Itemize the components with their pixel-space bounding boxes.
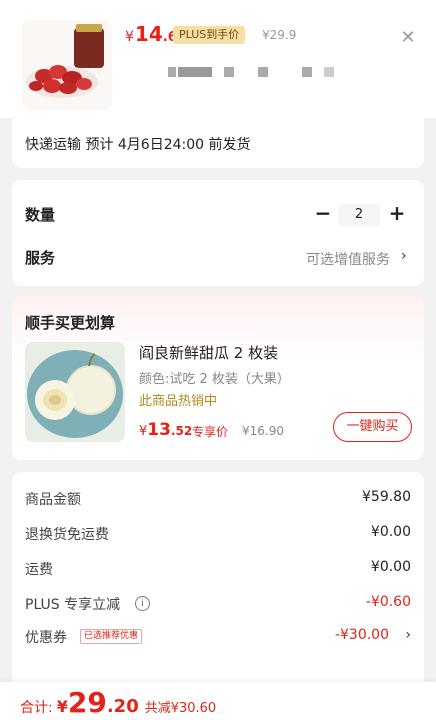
recommended-price: ¥ 13 .52 [139, 420, 193, 440]
chevron-right-icon[interactable]: › [405, 627, 411, 643]
original-price: ¥29.9 [262, 28, 297, 42]
blurred-spec-text [302, 67, 312, 77]
plus-price-badge: PLUS到手价 [173, 26, 246, 44]
checkout-bar: 合计: ¥ 29 .20 共减¥30.60 [0, 682, 436, 720]
summary-row-shipping-fee: 运费 ¥0.00 [25, 559, 411, 578]
recommended-product-name[interactable]: 阎良新鲜甜瓜 2 枚装 [139, 342, 278, 363]
summary-row-plus-discount: PLUS 专享立减 i -¥0.60 [25, 594, 411, 613]
shipping-card: 快递运输 预计 4月6日24:00 前发货 [12, 118, 424, 168]
melon-image [25, 342, 125, 442]
product-thumbnail [22, 20, 112, 110]
service-label: 服务 [25, 249, 56, 267]
info-icon[interactable]: i [135, 596, 150, 611]
quantity-service-card: 数量 − 2 + 服务 可选增值服务 › [12, 180, 424, 286]
recommended-original-price: ¥16.90 [242, 424, 284, 438]
recommended-product-spec: 颜色:试吃 2 枚装（大果） [139, 372, 290, 387]
sku-selection-sheet: ¥ 14 .6 PLUS到手价 ¥29.9 ✕ 快递运输 预计 4月6日24:0… [0, 0, 436, 720]
service-option-link[interactable]: 可选增值服务 [306, 249, 390, 269]
summary-row-return-shipping: 退换货免运费 ¥0.00 [25, 524, 411, 543]
price-summary-card: 商品金额 ¥59.80 退换货免运费 ¥0.00 运费 ¥0.00 PLUS 专… [12, 472, 424, 682]
total-saving: 共减¥30.60 [144, 701, 217, 716]
blurred-spec-text [324, 67, 334, 77]
total-label: 合计: [20, 700, 53, 716]
melon-product-image[interactable] [25, 342, 125, 442]
blurred-spec-text [168, 67, 176, 77]
blurred-spec-text [258, 67, 268, 77]
quantity-stepper-value[interactable]: 2 [338, 204, 380, 226]
summary-row-coupon[interactable]: 优惠券 已选推荐优惠 -¥30.00 › [25, 627, 411, 647]
quantity-minus-button[interactable]: − [312, 202, 334, 224]
quantity-plus-button[interactable]: + [386, 202, 408, 224]
quantity-label: 数量 [25, 206, 56, 224]
chevron-right-icon[interactable]: › [401, 248, 407, 264]
exclusive-price-tag: 专享价 [192, 425, 229, 439]
product-header: ¥ 14 .6 PLUS到手价 ¥29.9 ✕ [0, 0, 436, 118]
one-click-buy-button[interactable]: 一键购买 [333, 412, 412, 442]
recommendation-card: 顺手买更划算 阎良新鲜甜瓜 2 枚装 颜色:试吃 2 枚装（大果） 此商品热销中… [12, 296, 424, 460]
blurred-spec-text [224, 67, 234, 77]
recommendation-title: 顺手买更划算 [25, 314, 116, 332]
product-price: ¥ 14 .6 [125, 22, 177, 46]
close-icon[interactable]: ✕ [398, 28, 418, 48]
summary-row-goods-amount: 商品金额 ¥59.80 [25, 489, 411, 508]
total-price: 合计: ¥ 29 .20 共减¥30.60 [20, 686, 217, 719]
coupon-selected-tag: 已选推荐优惠 [80, 629, 143, 644]
hot-selling-tag: 此商品热销中 [139, 394, 218, 409]
shipping-estimate: 快递运输 预计 4月6日24:00 前发货 [25, 137, 251, 153]
blurred-spec-text [178, 67, 212, 77]
dried-strawberry-image [22, 20, 112, 110]
